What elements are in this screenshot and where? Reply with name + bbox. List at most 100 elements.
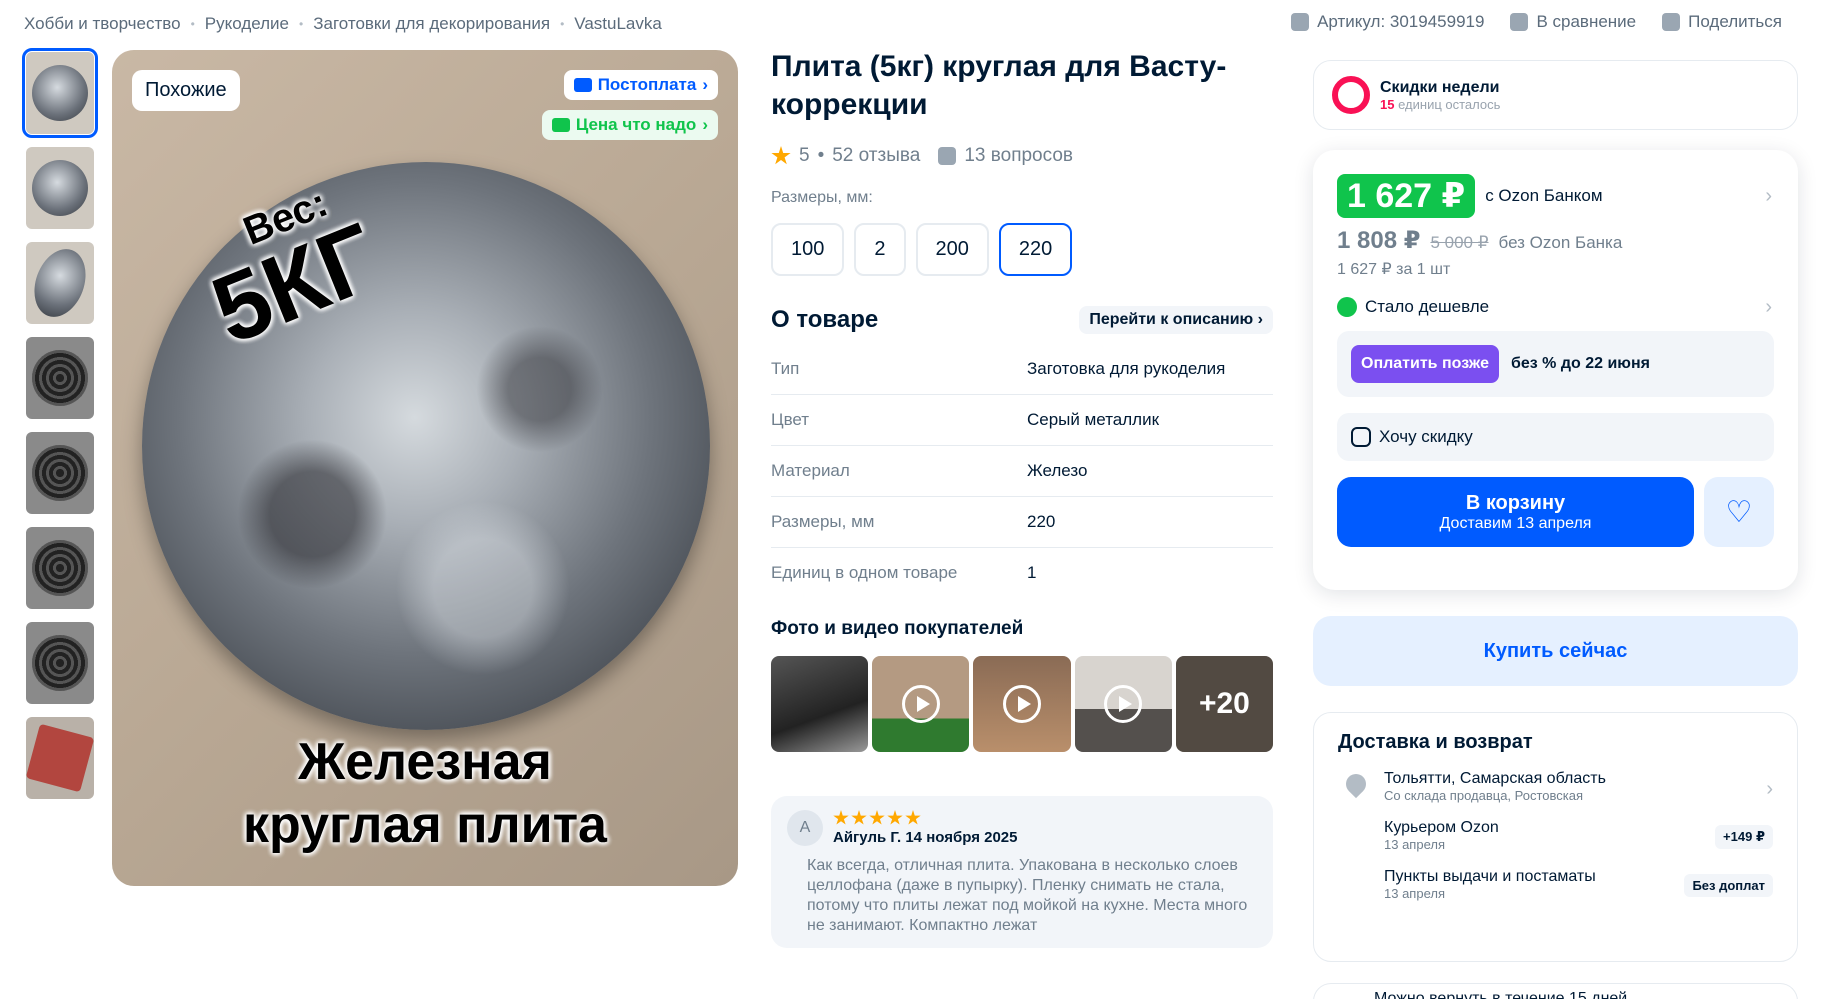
thumbnail-image: [32, 350, 88, 406]
chevron-right-icon: ›: [1257, 311, 1263, 328]
delivery-location[interactable]: Тольятти, Самарская область Со склада пр…: [1338, 769, 1773, 803]
breadcrumb-separator: •: [299, 17, 304, 31]
similar-button[interactable]: Похожие: [132, 70, 240, 111]
review-meta-block: Айгуль Г. 14 ноября 2025: [833, 810, 1018, 846]
return-policy-row[interactable]: Можно вернуть в течение 15 дней: [1313, 983, 1798, 999]
delivery-main: Тольятти, Самарская область: [1384, 770, 1606, 787]
units-left-count: 15: [1380, 96, 1395, 112]
price-per-unit: 1 627 ₽ за 1 шт: [1337, 261, 1451, 278]
main-product-image[interactable]: Похожие Постоплата › Цена что надо › Вес…: [112, 50, 738, 886]
customer-video[interactable]: [973, 656, 1071, 752]
compare-icon: [1510, 13, 1529, 31]
property-value: 1: [1027, 563, 1037, 582]
thumbnail[interactable]: [26, 432, 94, 514]
thumbnail-image: [26, 242, 94, 324]
good-price-tag[interactable]: Цена что надо ›: [541, 110, 718, 140]
thumbnail[interactable]: [22, 48, 98, 138]
price-ozon-row[interactable]: 1 627 ₽ с Ozon Банком ›: [1337, 174, 1774, 218]
pay-later-button[interactable]: Оплатить позже: [1351, 345, 1499, 383]
delivery-price-badge: +149 ₽: [1715, 825, 1773, 849]
customer-photo[interactable]: [771, 656, 869, 752]
play-icon: [1104, 685, 1143, 723]
size-selector: 100 2 200 220: [771, 223, 1273, 276]
customer-video[interactable]: [872, 656, 970, 752]
rating-value: 5: [799, 145, 810, 166]
more-photos[interactable]: +20: [1175, 656, 1274, 752]
property-row: Цвет Серый металлик: [771, 395, 1273, 446]
more-photos-count: +20: [1175, 656, 1274, 752]
questions-link[interactable]: 13 вопросов: [964, 145, 1073, 167]
thumbnail[interactable]: [26, 147, 94, 229]
postpay-tag[interactable]: Постоплата ›: [563, 70, 718, 100]
breadcrumb-item[interactable]: Заготовки для декорирования: [313, 14, 550, 34]
size-option[interactable]: 2: [854, 223, 906, 276]
want-discount-button[interactable]: Хочу скидку: [1337, 413, 1774, 461]
weekly-deals-text: Скидки недели 15 единиц осталось: [1380, 79, 1500, 112]
favorite-button[interactable]: ♡: [1704, 477, 1774, 547]
thumbnail-image: [26, 723, 94, 793]
add-to-cart-button[interactable]: В корзину Доставим 13 апреля: [1337, 477, 1694, 547]
reviews-link[interactable]: 52 отзыва: [832, 145, 920, 167]
price-regular: 1 808 ₽: [1337, 227, 1421, 254]
delivery-option[interactable]: Пункты выдачи и постаматы 13 апреля Без …: [1338, 868, 1773, 901]
thumbnail[interactable]: [26, 242, 94, 324]
review-card[interactable]: А Айгуль Г. 14 ноября 2025 Как всегда, о…: [771, 796, 1273, 948]
cart-row: В корзину Доставим 13 апреля ♡: [1337, 477, 1774, 547]
buy-now-button[interactable]: Купить сейчас: [1313, 616, 1798, 686]
compare-label: В сравнение: [1536, 12, 1637, 31]
size-option[interactable]: 100: [771, 223, 845, 276]
property-key: Размеры, мм: [771, 512, 875, 531]
property-row: Единиц в одном товаре 1: [771, 548, 1273, 598]
thumbnail-image: [32, 160, 88, 216]
price-dropped-row[interactable]: Стало дешевле ›: [1337, 295, 1774, 318]
property-key: Материал: [771, 461, 850, 480]
units-left-label: единиц осталось: [1398, 96, 1501, 112]
want-discount-label: Хочу скидку: [1379, 427, 1473, 446]
breadcrumb-item[interactable]: Хобби и творчество: [24, 14, 181, 34]
review-author: Айгуль Г.: [833, 829, 902, 846]
go-to-description-label: Перейти к описанию: [1089, 311, 1254, 328]
property-row: Размеры, мм 220: [771, 497, 1273, 548]
thumbnail[interactable]: [26, 337, 94, 419]
customer-video[interactable]: [1074, 656, 1172, 752]
chevron-right-icon: ›: [1765, 295, 1772, 318]
chevron-right-icon: ›: [1765, 184, 1772, 207]
weekly-deals-banner[interactable]: Скидки недели 15 единиц осталось: [1313, 60, 1798, 130]
breadcrumb-item[interactable]: VastuLavka: [574, 14, 662, 34]
play-icon: [1003, 685, 1041, 723]
property-row: Тип Заготовка для рукоделия: [771, 344, 1273, 395]
star-icon: [887, 810, 903, 825]
thumbnail[interactable]: [26, 717, 94, 799]
delivery-option[interactable]: Курьером Ozon 13 апреля +149 ₽: [1338, 819, 1773, 852]
article-label: Артикул: 3019459919: [1317, 12, 1485, 31]
thumbs-up-icon: [551, 118, 570, 132]
thumbnail[interactable]: [26, 527, 94, 609]
breadcrumb-item[interactable]: Рукоделие: [205, 14, 289, 34]
property-key: Тип: [771, 359, 800, 378]
product-info: Плита (5кг) круглая для Васту-коррекции …: [771, 48, 1274, 948]
breadcrumb-separator: •: [560, 17, 565, 31]
postpay-label: Постоплата: [597, 75, 697, 94]
good-price-label: Цена что надо: [575, 115, 697, 134]
star-icon: [851, 810, 867, 825]
star-icon: [869, 810, 885, 825]
thumbnail-image: [32, 540, 88, 596]
pay-later-row[interactable]: Оплатить позже без % до 22 июня: [1337, 331, 1774, 397]
size-option-selected[interactable]: 220: [998, 223, 1073, 276]
delivery-price-badge: Без доплат: [1684, 874, 1773, 897]
delivery-card: Доставка и возврат Тольятти, Самарская о…: [1313, 712, 1798, 962]
size-option[interactable]: 200: [915, 223, 989, 276]
rating-separator: •: [817, 145, 825, 166]
price-card: 1 627 ₽ с Ozon Банком › 1 808 ₽ 5 000 ₽ …: [1313, 150, 1798, 590]
question-icon: [938, 147, 957, 165]
compare-button[interactable]: В сравнение: [1510, 12, 1636, 32]
share-button[interactable]: Поделиться: [1662, 12, 1782, 32]
thumbnail[interactable]: [26, 622, 94, 704]
rating-row[interactable]: 5 • 52 отзыва 13 вопросов: [771, 145, 1273, 167]
review-date: 14 ноября 2025: [905, 829, 1018, 846]
property-value: Заготовка для рукоделия: [1027, 359, 1226, 378]
go-to-description-button[interactable]: Перейти к описанию ›: [1079, 306, 1273, 334]
price-crossed: 5 000 ₽: [1430, 233, 1489, 252]
article-copy[interactable]: Артикул: 3019459919: [1291, 12, 1484, 32]
card-icon: [573, 78, 592, 92]
